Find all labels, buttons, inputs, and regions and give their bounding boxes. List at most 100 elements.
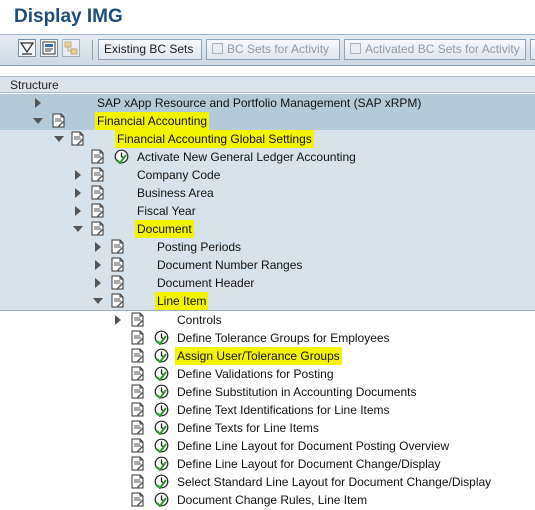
tree-node-line-layout-posting-overview[interactable]: Define Line Layout for Document Posting … [0, 437, 535, 455]
document-icon [131, 438, 144, 453]
execute-clock-icon[interactable] [154, 456, 169, 471]
tree-node-label: Define Line Layout for Document Posting … [177, 439, 450, 453]
document-icon [52, 113, 65, 128]
information-icon[interactable] [40, 39, 58, 57]
tree-node-label: Define Texts for Line Items [177, 421, 319, 435]
structure-header-label: Structure [10, 78, 59, 92]
tree-node-label: Define Substitution in Accounting Docume… [177, 385, 417, 399]
tree-node-document-header[interactable]: Document Header [0, 274, 535, 292]
execute-clock-icon[interactable] [154, 492, 169, 507]
tree-node-label: Fiscal Year [137, 204, 196, 218]
expand-icon[interactable] [75, 188, 81, 198]
tree-node-assign-user-tolerance-groups[interactable]: Assign User/Tolerance Groups [0, 347, 535, 365]
tree-node-label: Document Number Ranges [157, 258, 303, 272]
collapse-icon[interactable] [93, 298, 103, 304]
tree-node-controls[interactable]: Controls [0, 311, 535, 329]
collapse-icon[interactable] [33, 118, 43, 124]
existing-bc-sets-button[interactable]: Existing BC Sets [98, 39, 202, 60]
expand-icon[interactable] [95, 278, 101, 288]
tree-node-label: Select Standard Line Layout for Document… [177, 475, 492, 489]
toolbar-separator [92, 40, 93, 60]
tree-node-business-area[interactable]: Business Area [0, 184, 535, 202]
application-toolbar: Existing BC Sets BC Sets for Activity Ac… [0, 34, 535, 66]
tree-node-posting-periods[interactable]: Posting Periods [0, 238, 535, 256]
document-icon [131, 474, 144, 489]
tree-node-define-substitution[interactable]: Define Substitution in Accounting Docume… [0, 383, 535, 401]
tree-node-define-tolerance-groups[interactable]: Define Tolerance Groups for Employees [0, 329, 535, 347]
tree-node-label: Define Validations for Posting [177, 367, 334, 381]
tree-node-define-validations[interactable]: Define Validations for Posting [0, 365, 535, 383]
tree-node-sap-xrpm[interactable]: SAP xApp Resource and Portfolio Manageme… [0, 94, 535, 112]
tree-node-financial-accounting[interactable]: Financial Accounting [0, 112, 535, 130]
tree-node-define-texts[interactable]: Define Texts for Line Items [0, 419, 535, 437]
collapse-icon[interactable] [54, 136, 64, 142]
existing-bc-sets-label: Existing BC Sets [104, 42, 194, 56]
tree-node-document[interactable]: Document [0, 220, 535, 238]
expand-icon[interactable] [115, 315, 121, 325]
tree-node-fa-global-settings[interactable]: Financial Accounting Global Settings [0, 130, 535, 148]
execute-clock-icon[interactable] [154, 420, 169, 435]
execute-clock-icon[interactable] [154, 438, 169, 453]
tree-node-company-code[interactable]: Company Code [0, 166, 535, 184]
title-bar: Display IMG [0, 0, 535, 34]
execute-clock-icon[interactable] [114, 149, 129, 164]
document-icon [91, 221, 104, 236]
document-icon [111, 257, 124, 272]
document-icon [131, 348, 144, 363]
tree-node-label: Define Text Identifications for Line Ite… [177, 403, 390, 417]
tree-node-document-change-rules[interactable]: Document Change Rules, Line Item [0, 491, 535, 509]
document-icon [71, 131, 84, 146]
execute-clock-icon[interactable] [154, 348, 169, 363]
tree-node-line-item[interactable]: Line Item [0, 292, 535, 311]
tree-node-label: Financial Accounting [95, 112, 210, 130]
expand-icon[interactable] [95, 242, 101, 252]
tree-node-label: Financial Accounting Global Settings [115, 130, 314, 148]
collapse-icon[interactable] [73, 226, 83, 232]
tree-node-label: Posting Periods [157, 240, 242, 254]
tree-node-fiscal-year[interactable]: Fiscal Year [0, 202, 535, 220]
execute-clock-icon[interactable] [154, 366, 169, 381]
document-icon [111, 239, 124, 254]
tree-node-label: Company Code [137, 168, 221, 182]
execute-clock-icon[interactable] [154, 474, 169, 489]
tree-node-label: Define Tolerance Groups for Employees [177, 331, 390, 345]
tree-node-line-layout-change-display[interactable]: Define Line Layout for Document Change/D… [0, 455, 535, 473]
structure-column-header: Structure [0, 76, 535, 93]
more-toolbar-button[interactable] [530, 39, 535, 60]
expand-icon[interactable] [95, 260, 101, 270]
tree-node-label: Business Area [137, 186, 214, 200]
document-icon [131, 366, 144, 381]
expand-icon[interactable] [75, 170, 81, 180]
document-icon [91, 185, 104, 200]
tree-node-label: SAP xApp Resource and Portfolio Manageme… [97, 96, 422, 110]
document-icon [91, 203, 104, 218]
document-icon [131, 492, 144, 507]
execute-clock-icon[interactable] [154, 330, 169, 345]
document-icon [131, 312, 144, 327]
tree-node-activate-new-gl[interactable]: Activate New General Ledger Accounting [0, 148, 535, 166]
bc-sets-for-activity-label: BC Sets for Activity [227, 42, 330, 56]
document-icon [131, 330, 144, 345]
tree-node-standard-line-layout[interactable]: Select Standard Line Layout for Document… [0, 473, 535, 491]
execute-clock-icon[interactable] [154, 402, 169, 417]
document-icon [131, 402, 144, 417]
document-icon [111, 275, 124, 290]
document-icon [91, 149, 104, 164]
document-icon [111, 293, 124, 308]
activated-bc-sets-button[interactable]: Activated BC Sets for Activity [344, 39, 526, 60]
bc-set-icon [212, 43, 223, 54]
tree-node-label: Activate New General Ledger Accounting [137, 150, 356, 164]
structure-icon[interactable] [62, 39, 80, 57]
document-icon [131, 456, 144, 471]
tree-node-label: Assign User/Tolerance Groups [175, 347, 342, 365]
tree-node-document-number-ranges[interactable]: Document Number Ranges [0, 256, 535, 274]
bc-sets-for-activity-button[interactable]: BC Sets for Activity [206, 39, 340, 60]
tree-node-define-text-identifications[interactable]: Define Text Identifications for Line Ite… [0, 401, 535, 419]
tree-node-label: Line Item [155, 292, 209, 310]
execute-clock-icon[interactable] [154, 384, 169, 399]
activated-bc-sets-label: Activated BC Sets for Activity [365, 42, 520, 56]
expand-icon[interactable] [75, 206, 81, 216]
expand-icon[interactable] [35, 98, 41, 108]
filter-icon[interactable] [18, 39, 36, 57]
tree-node-label: Document Change Rules, Line Item [177, 493, 368, 507]
